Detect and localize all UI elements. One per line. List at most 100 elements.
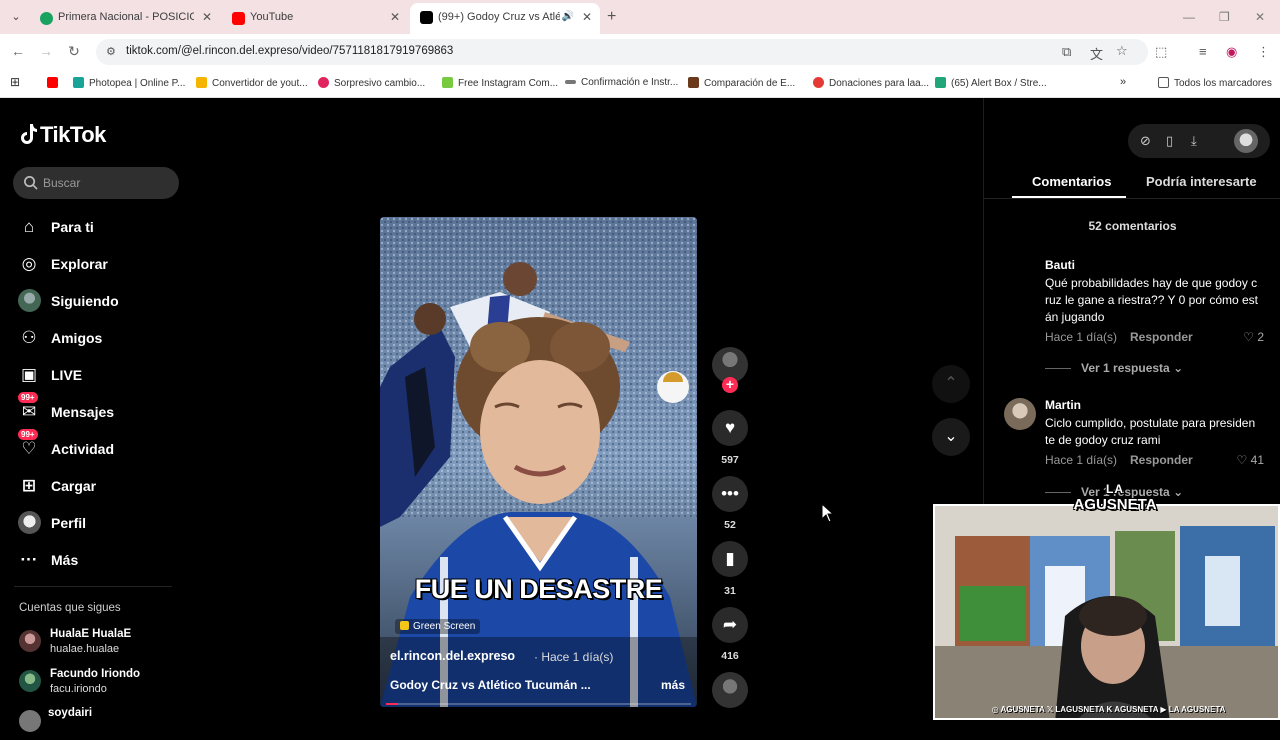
friends-icon: ⚇ <box>21 328 37 347</box>
reply-button[interactable]: Responder <box>1130 453 1193 467</box>
minimize-icon[interactable]: — <box>1183 10 1195 24</box>
tab-primera-nacional[interactable]: Primera Nacional - POSICIONES ✕ <box>30 6 220 30</box>
bookmark-donaciones[interactable]: Donaciones para laa... <box>813 77 929 89</box>
comment-username[interactable]: Bauti <box>1045 258 1075 272</box>
address-url[interactable]: tiktok.com/@el.rincon.del.expreso/video/… <box>126 45 453 57</box>
bookmark-photopea[interactable]: Photopea | Online P... <box>73 77 185 89</box>
previous-video-chevron-up-icon[interactable]: ⌃ <box>932 365 970 403</box>
bookmark-convertidor[interactable]: Convertidor de yout... <box>196 77 308 89</box>
comment-like-button[interactable]: ♡ 41 <box>1237 453 1264 467</box>
forward-arrow-icon[interactable]: → <box>37 43 55 59</box>
extensions-icon[interactable]: ⬚ <box>1155 44 1167 60</box>
bookmarks-overflow-icon[interactable]: » <box>1120 76 1126 88</box>
comment-text: Qué probabilidades hay de que godoy c ru… <box>1045 276 1259 324</box>
video-author[interactable]: el.rincon.del.expreso <box>390 649 515 663</box>
account-handle: hualae.hualae <box>50 643 120 655</box>
account-name: soydairi <box>48 707 93 719</box>
restore-icon[interactable]: ❐ <box>1219 10 1230 24</box>
green-screen-tag[interactable]: Green Screen <box>395 619 481 634</box>
commenter-avatar[interactable] <box>1004 398 1036 430</box>
comment-count: 52 <box>724 519 736 531</box>
follow-plus-button[interactable]: + <box>722 377 738 393</box>
comment-like-button[interactable]: ♡ 2 <box>1243 330 1264 344</box>
reload-icon[interactable]: ↻ <box>65 43 83 60</box>
comment-button[interactable]: ••• <box>710 476 750 512</box>
back-arrow-icon[interactable]: ← <box>9 43 27 59</box>
bookmark-confirmacion[interactable]: Confirmación e Instr... <box>565 77 678 88</box>
tab-youtube[interactable]: YouTube ✕ <box>222 6 408 30</box>
tab-search-chevron-icon[interactable]: ⌄ <box>8 9 24 25</box>
commenter-avatar[interactable] <box>1004 258 1036 290</box>
nav-item-siguiendo[interactable]: Siguiendo <box>16 285 176 322</box>
bookmark-youtube-icon[interactable] <box>47 77 63 89</box>
translate-icon[interactable]: 文 <box>1090 44 1103 63</box>
video-caption: FUE UN DESASTRE <box>414 574 663 604</box>
tab-close-icon[interactable]: ✕ <box>582 3 592 31</box>
tab-close-icon[interactable]: ✕ <box>202 6 212 28</box>
tab-title: (99+) Godoy Cruz vs Atlético <box>438 11 560 23</box>
nav-item-explorar[interactable]: ◎ Explorar <box>16 248 176 285</box>
address-bar[interactable]: ⚙ tiktok.com/@el.rincon.del.expreso/vide… <box>96 39 1148 65</box>
next-video-chevron-down-icon[interactable]: ⌄ <box>932 418 970 456</box>
chevron-down-icon: ⌄ <box>1173 361 1184 375</box>
sound-disc-button[interactable] <box>710 672 750 708</box>
bookmark-star-icon[interactable]: ☆ <box>1116 43 1128 59</box>
following-account[interactable]: HualaE HualaE hualae.hualae <box>19 628 179 660</box>
view-replies-button[interactable]: Ver 1 respuesta ⌄ <box>1045 361 1183 375</box>
video-more-link[interactable]: más <box>661 678 685 692</box>
share-arrow-icon: ➦ <box>712 607 748 643</box>
tab-tiktok-active[interactable]: (99+) Godoy Cruz vs Atlético 🔊 ✕ <box>410 3 600 34</box>
tab-comentarios[interactable]: Comentarios <box>1032 174 1111 189</box>
nav-item-cargar[interactable]: ⊞ Cargar <box>16 470 176 507</box>
nav-item-perfil[interactable]: Perfil <box>16 507 176 544</box>
install-app-icon[interactable]: ⧉ <box>1062 44 1071 60</box>
tiktok-note-icon <box>21 124 37 144</box>
nav-item-actividad[interactable]: ♡ 99+ Actividad <box>16 429 176 470</box>
nav-label: Explorar <box>51 256 108 272</box>
user-avatar[interactable] <box>1234 129 1258 153</box>
media-control-icon[interactable]: ≡ <box>1199 44 1207 59</box>
video-progress-bar[interactable] <box>386 703 691 705</box>
menu-kebab-icon[interactable]: ⋮ <box>1257 44 1270 60</box>
share-button[interactable]: ➦ <box>710 607 750 643</box>
nav-item-live[interactable]: ▣ LIVE <box>16 359 176 396</box>
nav-item-mensajes[interactable]: ✉ 99+ Mensajes <box>16 392 176 433</box>
apps-grid-icon[interactable]: ⊞ <box>10 75 20 89</box>
video-player[interactable]: FUE UN DESASTRE Green Screen el.rincon.d… <box>380 217 697 707</box>
bookmark-sorpresivo[interactable]: Sorpresivo cambio... <box>318 77 425 89</box>
tiktok-logo[interactable]: TikTok <box>19 122 106 148</box>
all-bookmarks-folder[interactable]: Todos los marcadores <box>1158 77 1272 89</box>
reply-button[interactable]: Responder <box>1130 330 1193 344</box>
bookmark-link-icon <box>565 80 576 84</box>
like-button[interactable]: ♥ <box>710 410 750 446</box>
new-tab-button[interactable]: + <box>607 8 616 26</box>
bookmark-comparacion[interactable]: Comparación de E... <box>688 77 795 89</box>
bookmark-alertbox[interactable]: (65) Alert Box / Stre... <box>935 77 1047 89</box>
coins-icon[interactable]: ⊘ <box>1140 133 1151 149</box>
account-handle: facu.iriondo <box>50 683 107 695</box>
search-input[interactable] <box>43 174 168 192</box>
close-window-icon[interactable]: ✕ <box>1255 10 1265 24</box>
tab-podria-interesarte[interactable]: Podría interesarte <box>1146 174 1257 189</box>
site-info-icon[interactable]: ⚙ <box>106 45 120 59</box>
tab-audio-icon[interactable]: 🔊 <box>562 3 574 31</box>
download-icon[interactable]: ⤓ <box>1191 133 1197 149</box>
search-box[interactable] <box>13 167 179 199</box>
more-dots-icon: ··· <box>20 550 38 569</box>
following-account[interactable]: soydairi <box>19 707 179 740</box>
bookmark-favicon-icon <box>935 77 946 88</box>
nav-item-para-ti[interactable]: ⌂ Para ti <box>16 211 176 248</box>
following-account[interactable]: Facundo Iriondo facu.iriondo <box>19 668 179 700</box>
profile-icon[interactable]: ◉ <box>1226 44 1237 60</box>
account-avatar <box>19 670 41 692</box>
bookmark-instagram[interactable]: Free Instagram Com... <box>442 77 558 89</box>
compass-icon: ◎ <box>21 254 37 273</box>
tab-close-icon[interactable]: ✕ <box>390 6 400 28</box>
nav-item-mas[interactable]: ··· Más <box>16 544 176 581</box>
comment-username[interactable]: Martin <box>1045 398 1081 412</box>
tab-title: YouTube <box>250 11 294 23</box>
bookmark-favicon-icon <box>196 77 207 88</box>
nav-item-amigos[interactable]: ⚇ Amigos <box>16 322 176 359</box>
save-button[interactable]: ▮ <box>710 541 750 577</box>
device-app-icon[interactable]: ▯ <box>1166 133 1173 149</box>
